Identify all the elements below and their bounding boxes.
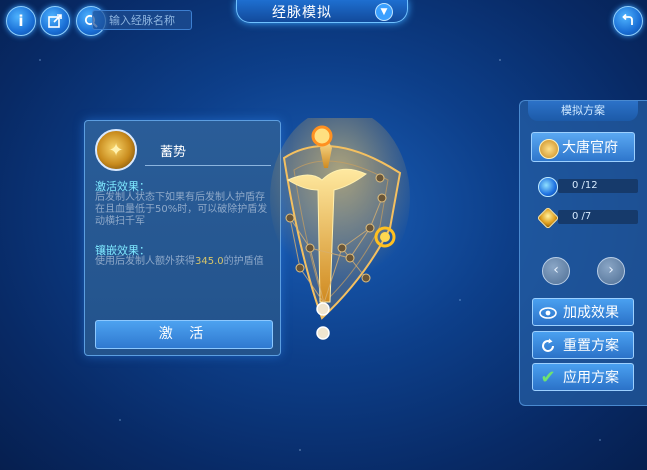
bonus-effect-button[interactable]: 加成效果 [532, 298, 634, 326]
inlay-text-before: 使用后发制人额外获得 [95, 256, 195, 267]
skill-name: 蓄势 [160, 145, 187, 160]
next-arrow-icon: › [608, 262, 614, 278]
gold-point-counter: 0 /7 [536, 206, 638, 230]
gold-gem-icon [536, 206, 560, 230]
share-button[interactable] [40, 6, 70, 36]
reset-plan-button[interactable]: 重置方案 [532, 331, 634, 359]
blue-point-value: 0 /12 [558, 179, 638, 193]
activation-effect-text: 后发制人状态下如果有后发制人护盾存在且血量低于50%时，可以破除护盾发动横扫千军 [95, 192, 268, 227]
back-button[interactable] [613, 6, 643, 36]
plan-panel-title: 模拟方案 [528, 101, 638, 121]
title-dropdown-button[interactable]: ▼ [375, 3, 393, 21]
search-input[interactable]: 输入经脉名称 [92, 10, 192, 30]
skill-emblem-icon: ✦ [95, 129, 137, 171]
refresh-icon [539, 337, 557, 355]
check-icon: ✔ [540, 367, 556, 388]
share-icon [48, 14, 62, 28]
activate-button[interactable]: 激 活 [95, 320, 273, 349]
inlay-text-after: 的护盾值 [223, 256, 264, 267]
prev-plan-button[interactable]: ‹ [542, 257, 570, 285]
title-banner: 经脉模拟 ▼ [236, 0, 408, 23]
sect-label: 大唐官府 [562, 140, 618, 156]
reset-plan-label: 重置方案 [563, 338, 619, 354]
sect-icon [539, 139, 559, 159]
divider [145, 165, 271, 166]
apply-plan-label: 应用方案 [563, 370, 619, 386]
sect-button[interactable]: 大唐官府 [531, 132, 635, 162]
info-button[interactable]: i [6, 6, 36, 36]
inlay-effect-text: 使用后发制人额外获得345.0的护盾值 [95, 256, 271, 268]
chevron-down-icon: ▼ [380, 7, 388, 17]
next-plan-button[interactable]: › [597, 257, 625, 285]
meridian-emblem [270, 118, 410, 340]
blue-orb-icon [538, 177, 558, 197]
plan-panel: 模拟方案 大唐官府 0 /12 0 /7 ‹ › 加成效果 重置方案 ✔ 应用方… [519, 100, 647, 406]
blue-point-counter: 0 /12 [538, 177, 638, 197]
apply-plan-button[interactable]: ✔ 应用方案 [532, 363, 634, 391]
back-icon [622, 14, 633, 25]
info-icon: i [18, 12, 24, 30]
bonus-effect-label: 加成效果 [563, 305, 619, 321]
eye-icon [539, 304, 557, 322]
skill-info-panel: ✦ 蓄势 激活效果： 后发制人状态下如果有后发制人护盾存在且血量低于50%时，可… [84, 120, 281, 356]
prev-arrow-icon: ‹ [553, 262, 559, 278]
inlay-value: 345.0 [195, 256, 224, 267]
page-title: 经脉模拟 [272, 5, 332, 21]
gold-point-value: 0 /7 [558, 210, 638, 224]
